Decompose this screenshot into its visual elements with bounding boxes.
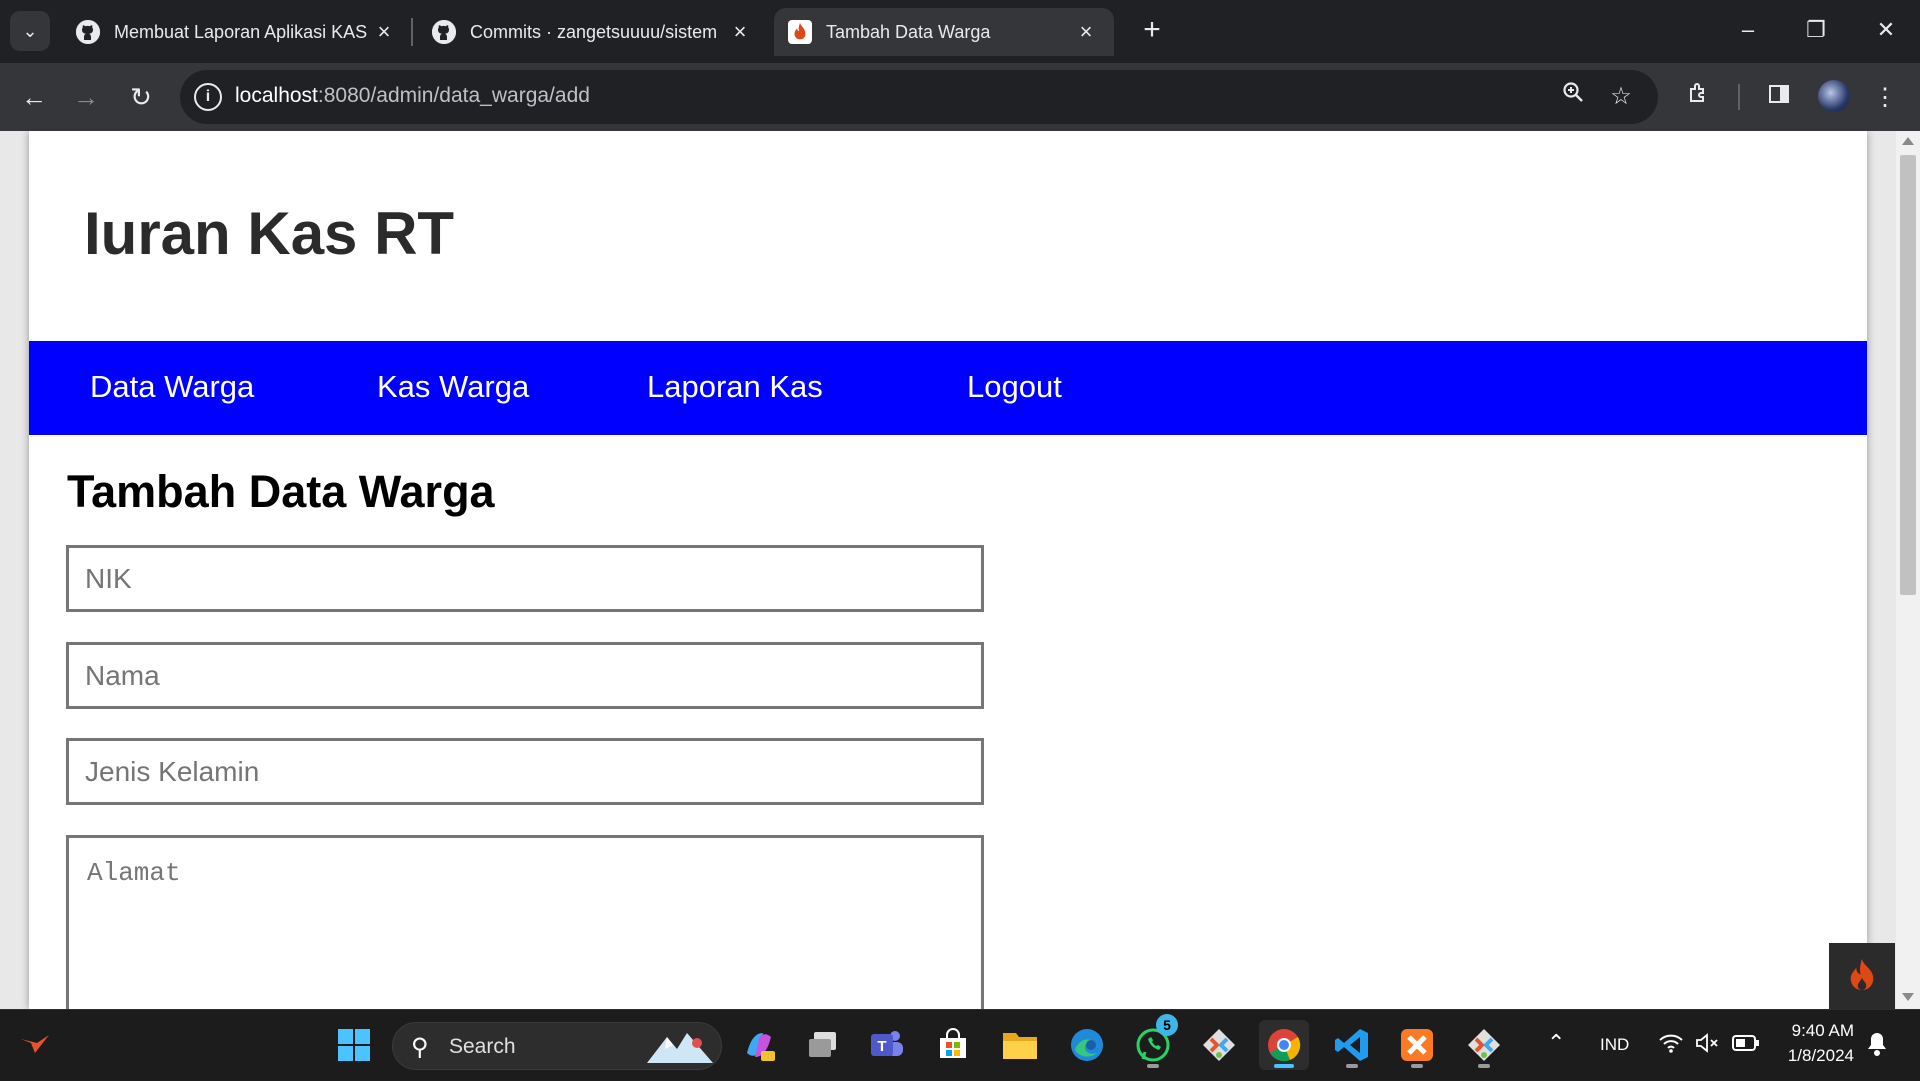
volume-muted-icon[interactable] <box>1694 1032 1720 1059</box>
battery-icon[interactable] <box>1732 1034 1760 1057</box>
language-indicator[interactable]: IND <box>1600 1035 1629 1055</box>
back-icon[interactable]: ← <box>14 77 54 117</box>
chevron-down-icon: ⌄ <box>22 20 38 41</box>
windows-taskbar: ⚲ Search T 5 ⌃ IND 9:40 AM 1/8/2024 <box>0 1009 1920 1081</box>
zoom-icon[interactable] <box>1556 80 1590 114</box>
browser-tab-bar: ⌄ Membuat Laporan Aplikasi KAS × Commits… <box>0 0 1920 63</box>
url-host: localhost <box>235 84 318 107</box>
side-panel-icon[interactable] <box>1762 81 1796 115</box>
task-view-icon[interactable] <box>798 1020 848 1070</box>
scroll-down-arrow[interactable] <box>1902 993 1914 1001</box>
nav-laporan-kas[interactable]: Laporan Kas <box>647 369 823 405</box>
tab-title: Tambah Data Warga <box>826 21 991 42</box>
teams-icon[interactable]: T <box>862 1020 912 1070</box>
active-indicator <box>1274 1064 1294 1068</box>
menu-kebab-icon[interactable]: ⋮ <box>1868 81 1902 115</box>
running-indicator <box>1346 1064 1358 1068</box>
nav-logout[interactable]: Logout <box>967 369 1062 405</box>
jenis-kelamin-input[interactable] <box>66 738 984 805</box>
chevron-up-icon[interactable]: ⌃ <box>1547 1030 1565 1056</box>
close-icon[interactable]: × <box>728 19 752 45</box>
scroll-up-arrow[interactable] <box>1902 137 1914 145</box>
wifi-icon[interactable] <box>1658 1032 1684 1059</box>
tab-title: Membuat Laporan Aplikasi KAS <box>114 21 368 42</box>
nav-data-warga[interactable]: Data Warga <box>90 369 254 405</box>
minimize-icon[interactable]: – <box>1728 10 1768 50</box>
search-label: Search <box>449 1035 516 1058</box>
close-icon[interactable]: × <box>372 19 396 45</box>
page-viewport: Iuran Kas RT Data Warga Kas Warga Lapora… <box>0 131 1920 1009</box>
web-page: Iuran Kas RT Data Warga Kas Warga Lapora… <box>29 131 1867 1009</box>
start-button[interactable] <box>329 1020 379 1070</box>
tab-tambah-data-warga[interactable]: Tambah Data Warga × <box>774 8 1114 56</box>
vscode-icon[interactable] <box>1327 1020 1377 1070</box>
git-app-icon[interactable] <box>1194 1020 1244 1070</box>
nik-input[interactable] <box>66 545 984 612</box>
notification-bell-icon[interactable] <box>1866 1031 1888 1062</box>
bookmark-star-icon[interactable]: ☆ <box>1604 80 1638 114</box>
xampp-icon[interactable] <box>1392 1020 1442 1070</box>
restore-icon[interactable]: ❐ <box>1796 10 1836 50</box>
main-nav: Data Warga Kas Warga Laporan Kas Logout <box>29 341 1867 435</box>
address-bar[interactable]: i localhost:8080/admin/data_warga/add ☆ <box>180 70 1658 124</box>
browser-toolbar: ← → ↻ i localhost:8080/admin/data_warga/… <box>0 63 1920 131</box>
new-tab-button[interactable]: + <box>1136 12 1168 48</box>
clock-date[interactable]: 1/8/2024 <box>1778 1046 1854 1066</box>
edge-icon[interactable] <box>1062 1020 1112 1070</box>
svg-text:T: T <box>877 1038 886 1055</box>
tab-laporan[interactable]: Membuat Laporan Aplikasi KAS × <box>62 8 412 56</box>
codeigniter-flame-icon <box>1850 959 1874 991</box>
tab-title: Commits · zangetsuuuu/sistem <box>470 21 718 42</box>
running-indicator <box>1478 1064 1490 1068</box>
url-text[interactable]: localhost:8080/admin/data_warga/add <box>235 84 590 108</box>
extensions-icon[interactable] <box>1682 81 1716 115</box>
site-info-icon[interactable]: i <box>194 83 222 111</box>
running-indicator <box>1147 1064 1159 1068</box>
site-title: Iuran Kas RT <box>84 200 455 267</box>
scroll-thumb[interactable] <box>1900 155 1916 595</box>
search-highlight-art-icon <box>647 1033 713 1063</box>
alamat-textarea[interactable] <box>66 835 984 1009</box>
chrome-icon[interactable] <box>1259 1020 1309 1070</box>
microsoft-store-icon[interactable] <box>928 1020 978 1070</box>
debug-toolbar-button[interactable] <box>1829 943 1895 1009</box>
url-path: :8080/admin/data_warga/add <box>317 84 590 107</box>
form-heading: Tambah Data Warga <box>67 466 495 517</box>
tab-search-button[interactable]: ⌄ <box>10 11 50 51</box>
codeigniter-icon <box>788 20 812 44</box>
nav-kas-warga[interactable]: Kas Warga <box>377 369 529 405</box>
github-icon <box>76 20 100 44</box>
nama-input[interactable] <box>66 642 984 709</box>
copilot-icon[interactable] <box>734 1020 784 1070</box>
whatsapp-badge: 5 <box>1156 1014 1178 1036</box>
page-scrollbar[interactable] <box>1896 131 1920 1009</box>
tab-separator <box>411 18 413 46</box>
running-indicator <box>1411 1064 1423 1068</box>
tab-commits[interactable]: Commits · zangetsuuuu/sistem × <box>418 8 768 56</box>
reload-icon[interactable]: ↻ <box>121 77 161 117</box>
github-icon <box>432 20 456 44</box>
close-icon[interactable]: × <box>1074 19 1098 45</box>
widgets-icon[interactable] <box>10 1020 60 1070</box>
git-app-icon-2[interactable] <box>1459 1020 1509 1070</box>
toolbar-divider <box>1738 84 1740 110</box>
clock-time[interactable]: 9:40 AM <box>1788 1021 1854 1041</box>
window-close-icon[interactable]: ✕ <box>1866 10 1906 50</box>
file-explorer-icon[interactable] <box>995 1020 1045 1070</box>
taskbar-search[interactable]: ⚲ Search <box>392 1022 722 1070</box>
profile-avatar[interactable] <box>1818 80 1850 112</box>
forward-icon[interactable]: → <box>66 77 106 117</box>
search-icon: ⚲ <box>411 1034 429 1061</box>
